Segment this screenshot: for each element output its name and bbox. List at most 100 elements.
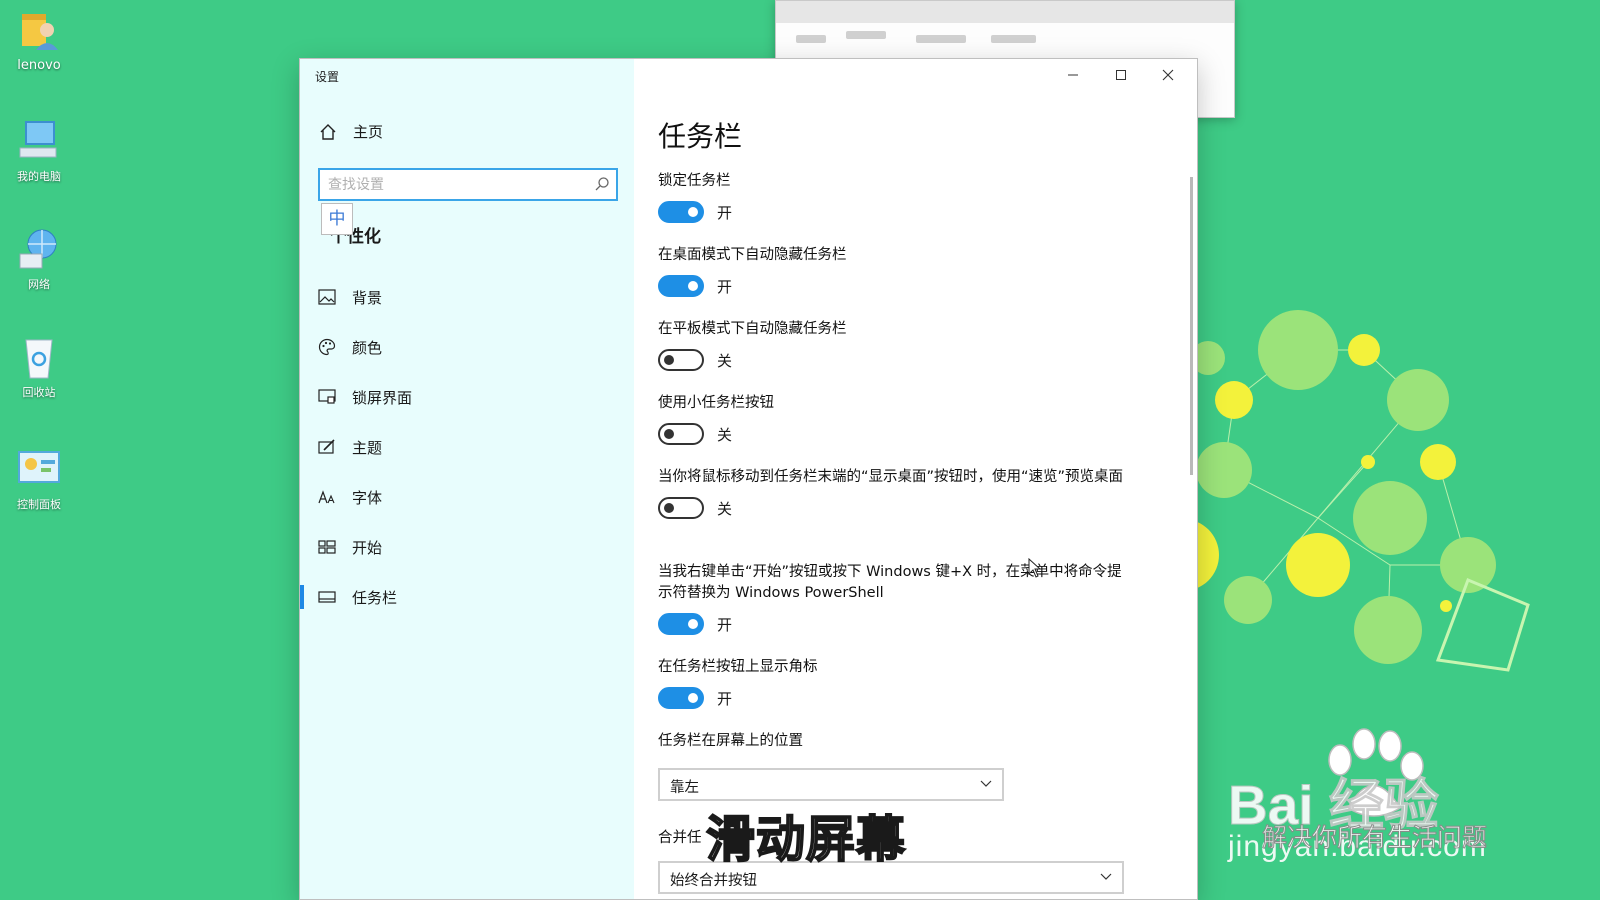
window-title: 设置 xyxy=(315,70,340,84)
setting-small-buttons: 使用小任务栏按钮 关 xyxy=(658,393,1128,445)
desktop-icon-network[interactable]: 网络 xyxy=(8,226,70,292)
setting-label: 任务栏在屏幕上的位置 xyxy=(658,733,803,749)
minimize-icon xyxy=(1068,74,1078,76)
small-buttons-toggle[interactable]: 关 xyxy=(658,423,1128,445)
chevron-down-icon xyxy=(1100,873,1112,880)
show-badges-toggle[interactable]: 开 xyxy=(658,687,1128,709)
toggle-switch[interactable] xyxy=(658,423,704,445)
peek-desktop-toggle[interactable]: 关 xyxy=(658,497,1128,519)
blurred-text xyxy=(916,35,966,43)
toggle-switch[interactable] xyxy=(658,613,704,635)
lock-taskbar-toggle[interactable]: 开 xyxy=(658,201,1128,223)
nav-home[interactable]: 主页 xyxy=(319,121,383,142)
setting-label: 在任务栏按钮上显示角标 xyxy=(658,659,818,675)
toggle-switch[interactable] xyxy=(658,201,704,223)
desktop-icon-label: 回收站 xyxy=(22,386,56,399)
desktop-icon-computer[interactable]: 我的电脑 xyxy=(8,118,70,184)
toggle-knob xyxy=(664,355,674,365)
desktop-icon-label: 我的电脑 xyxy=(17,170,61,183)
settings-window: 设置 主页 个性化 中 背景 颜色 锁屏界面 xyxy=(299,58,1198,900)
setting-peek-desktop: 当你将鼠标移动到任务栏末端的“显示桌面”按钮时，使用“速览”预览桌面 关 xyxy=(658,467,1128,519)
nav-item-label: 任务栏 xyxy=(352,588,398,607)
maximize-button[interactable] xyxy=(1098,59,1144,91)
nav-item-start[interactable]: 开始 xyxy=(300,527,634,567)
lock-screen-icon xyxy=(318,389,336,404)
search-box[interactable] xyxy=(318,168,618,201)
toggle-switch[interactable] xyxy=(658,349,704,371)
toggle-switch[interactable] xyxy=(658,275,704,297)
setting-label: 使用小任务栏按钮 xyxy=(658,395,774,411)
toggle-state-text: 开 xyxy=(717,689,733,708)
desktop-icon-control-panel[interactable]: 控制面板 xyxy=(8,446,70,512)
desktop-icon-label: 网络 xyxy=(28,278,50,291)
blurred-text xyxy=(796,35,826,43)
maximize-icon xyxy=(1116,70,1126,80)
nav-item-label: 锁屏界面 xyxy=(352,388,413,407)
powershell-toggle[interactable]: 开 xyxy=(658,613,1128,635)
palette-icon xyxy=(318,338,336,356)
setting-autohide-desktop: 在桌面模式下自动隐藏任务栏 开 xyxy=(658,245,1128,297)
search-input[interactable] xyxy=(328,175,584,195)
network-globe-icon xyxy=(19,229,57,269)
autohide-tablet-toggle[interactable]: 关 xyxy=(658,349,1128,371)
wallpaper-bulb-graphic xyxy=(1168,310,1530,672)
setting-lock-taskbar: 锁定任务栏 开 xyxy=(658,171,1128,223)
setting-label: 在平板模式下自动隐藏任务栏 xyxy=(658,321,847,337)
recycle-bin-icon xyxy=(25,339,53,379)
video-caption: 滑动屏幕 xyxy=(705,810,907,869)
theme-brush-icon xyxy=(318,439,335,454)
control-panel-icon xyxy=(18,451,60,483)
nav-item-taskbar[interactable]: 任务栏 xyxy=(300,577,634,617)
vertical-scrollbar[interactable] xyxy=(1190,177,1193,475)
toggle-knob xyxy=(688,281,698,291)
nav-item-label: 背景 xyxy=(352,288,383,307)
baidu-watermark: Bai 经验 jingyan.baidu.com 解决你所有生活问题 xyxy=(1228,760,1528,870)
nav-home-label: 主页 xyxy=(353,123,384,141)
close-icon xyxy=(1162,69,1174,81)
close-button[interactable] xyxy=(1145,59,1191,91)
nav-item-label: 主题 xyxy=(352,438,383,457)
nav-item-label: 开始 xyxy=(352,538,383,557)
setting-label: 当我右键单击“开始”按钮或按下 Windows 键+X 时，在菜单中将命令提示符… xyxy=(658,564,1122,601)
toggle-state-text: 关 xyxy=(717,351,733,370)
home-icon xyxy=(320,123,336,140)
autohide-desktop-toggle[interactable]: 开 xyxy=(658,275,1128,297)
setting-taskbar-position: 任务栏在屏幕上的位置 xyxy=(658,731,1128,752)
nav-item-background[interactable]: 背景 xyxy=(300,277,634,317)
toggle-switch[interactable] xyxy=(658,497,704,519)
nav-item-themes[interactable]: 主题 xyxy=(300,427,634,467)
mouse-cursor-icon xyxy=(1028,558,1042,578)
minimize-button[interactable] xyxy=(1050,59,1096,91)
blurred-text xyxy=(991,35,1036,43)
computer-icon xyxy=(19,121,57,158)
content-pane: 任务栏 锁定任务栏 开 在桌面模式下自动隐藏任务栏 开 在平板模式下自动隐藏任务… xyxy=(634,59,1197,899)
start-menu-icon xyxy=(318,540,336,554)
picture-icon xyxy=(318,289,336,305)
toggle-state-text: 开 xyxy=(717,615,733,634)
setting-label: 锁定任务栏 xyxy=(658,173,731,189)
nav-item-lock-screen[interactable]: 锁屏界面 xyxy=(300,377,634,417)
setting-autohide-tablet: 在平板模式下自动隐藏任务栏 关 xyxy=(658,319,1128,371)
desktop-icon-label: lenovo xyxy=(17,58,61,73)
setting-powershell: 当我右键单击“开始”按钮或按下 Windows 键+X 时，在菜单中将命令提示符… xyxy=(658,562,1128,635)
taskbar-position-dropdown[interactable]: 靠左 xyxy=(658,768,1004,801)
desktop-icon-lenovo[interactable]: lenovo xyxy=(8,8,70,73)
toggle-state-text: 开 xyxy=(717,277,733,296)
page-title: 任务栏 xyxy=(658,120,743,153)
toggle-knob xyxy=(688,207,698,217)
chevron-down-icon xyxy=(980,780,992,787)
nav-item-colors[interactable]: 颜色 xyxy=(300,327,634,367)
nav-item-label: 字体 xyxy=(352,488,383,507)
navigation-pane: 设置 主页 个性化 中 背景 颜色 锁屏界面 xyxy=(300,59,634,899)
toggle-switch[interactable] xyxy=(658,687,704,709)
desktop-icon-recycle-bin[interactable]: 回收站 xyxy=(8,334,70,400)
background-window-titlebar xyxy=(776,1,1234,23)
toggle-state-text: 关 xyxy=(717,499,733,518)
search-icon[interactable] xyxy=(594,176,610,192)
nav-item-label: 颜色 xyxy=(352,338,383,357)
nav-item-fonts[interactable]: 字体 xyxy=(300,477,634,517)
taskbar-icon xyxy=(318,591,336,603)
ime-indicator[interactable]: 中 xyxy=(321,203,353,235)
font-icon xyxy=(318,490,335,504)
blurred-text xyxy=(846,31,886,39)
